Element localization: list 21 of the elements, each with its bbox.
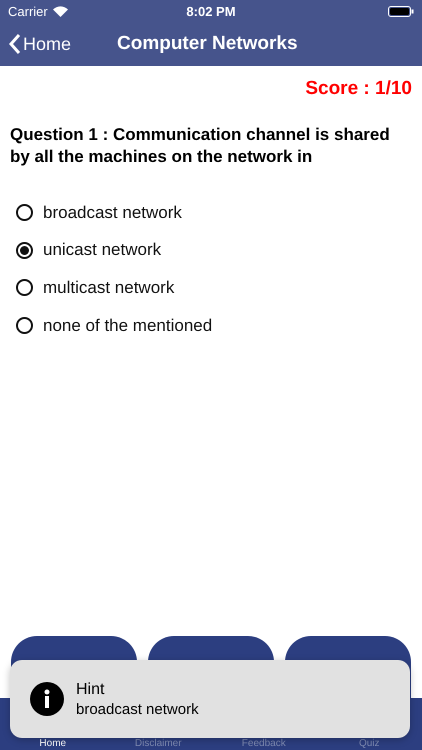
screen-title: Computer Networks <box>117 33 298 55</box>
toast-title: Hint <box>76 680 106 698</box>
option-label[interactable]: multicast network <box>43 278 174 298</box>
back-button[interactable]: Home <box>8 33 108 55</box>
radio-button[interactable] <box>16 204 33 222</box>
option-label[interactable]: none of the mentioned <box>43 316 212 336</box>
radio-button[interactable] <box>16 317 33 334</box>
wifi-icon <box>52 6 68 16</box>
option-label[interactable]: broadcast network <box>43 202 182 223</box>
carrier-label: Carrier <box>8 4 48 18</box>
tab-item[interactable]: Home <box>0 738 106 750</box>
radio-button[interactable] <box>16 279 33 296</box>
chevron-left-icon <box>8 33 21 55</box>
radio-button[interactable] <box>16 242 33 259</box>
status-time: 8:02 PM <box>186 4 236 18</box>
battery-icon <box>388 6 414 16</box>
score-label: Score : 1/10 <box>304 78 412 100</box>
question-text: Question 1 : Communication channel is shared by all the machines on the network in <box>10 124 391 168</box>
info-icon <box>30 682 64 716</box>
toast-message: broadcast network <box>76 700 199 718</box>
option-label[interactable]: unicast network <box>43 240 162 260</box>
